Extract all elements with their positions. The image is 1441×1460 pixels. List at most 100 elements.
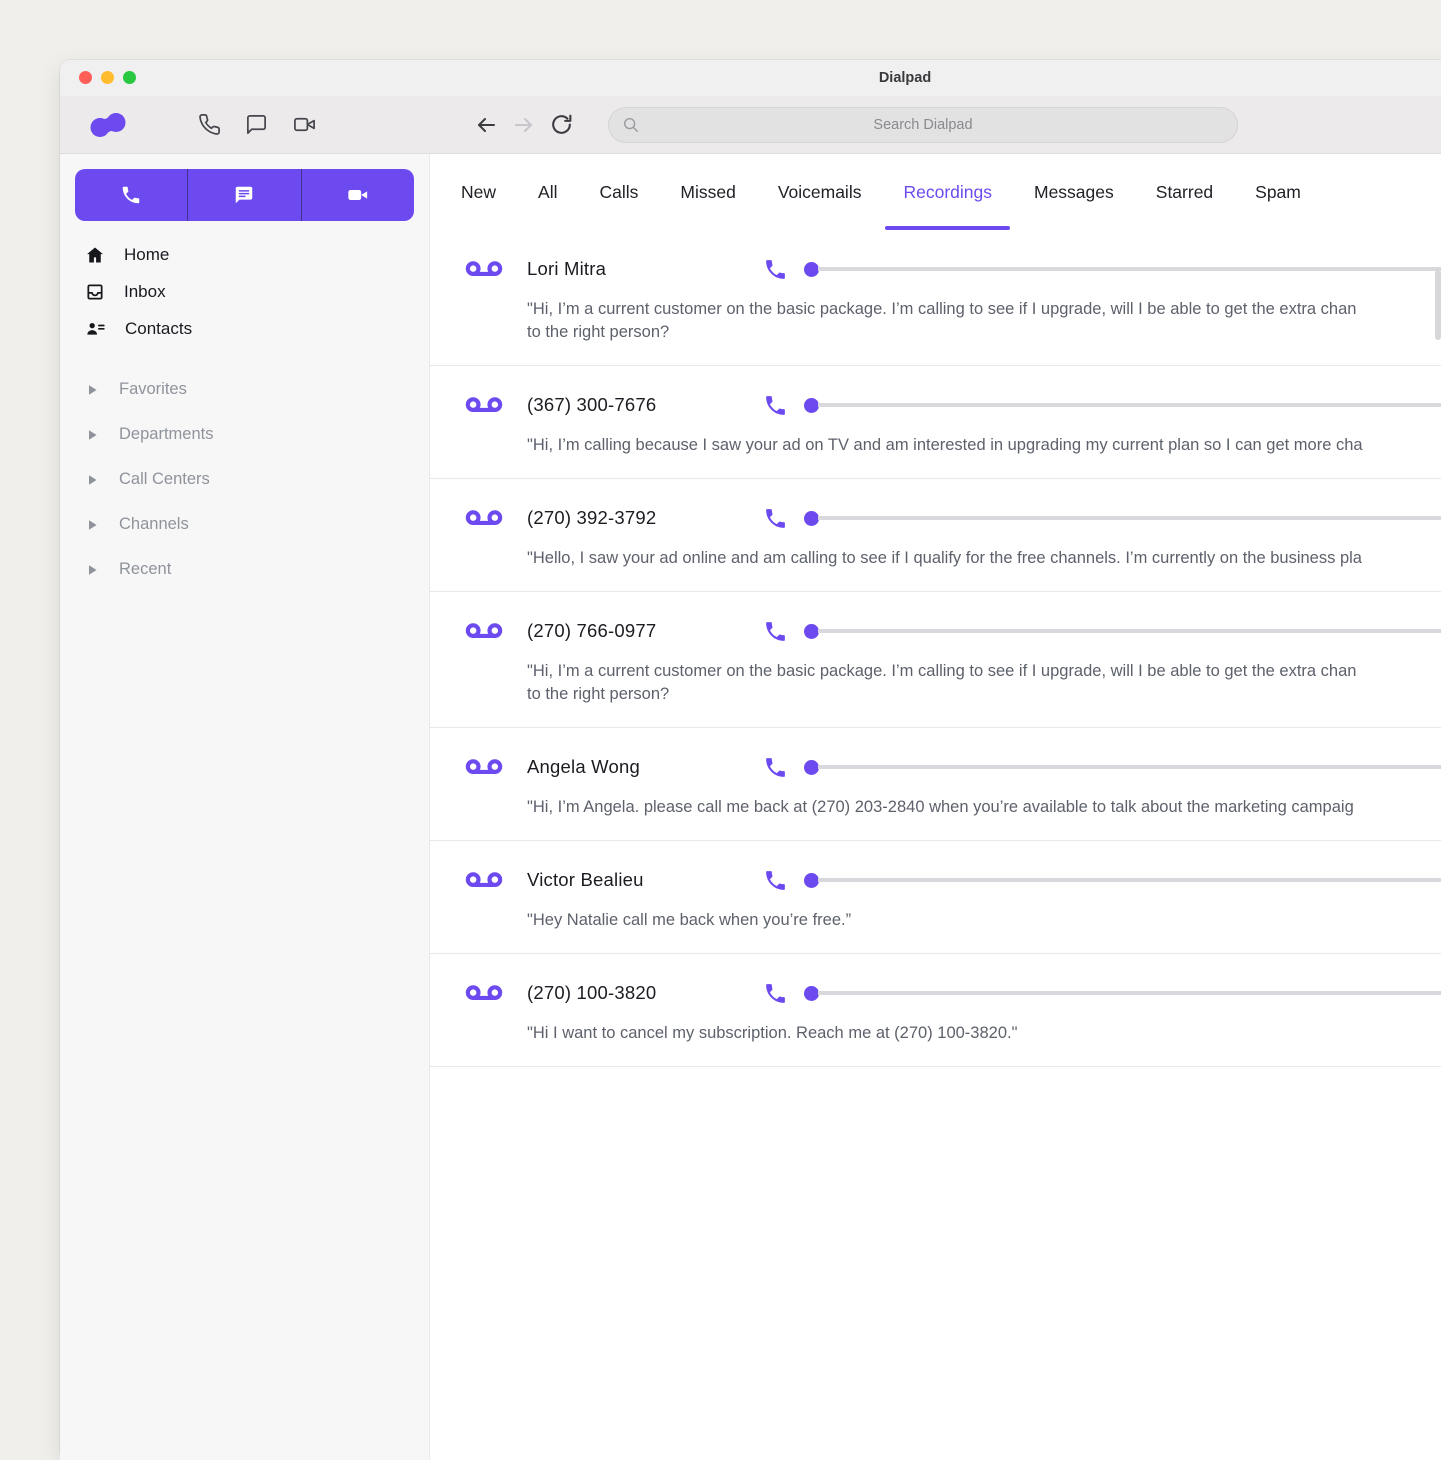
sidebar-section-channels[interactable]: Channels [60, 502, 429, 547]
dialpad-logo-icon [90, 112, 126, 137]
recording-caller-name: (270) 100-3820 [527, 982, 657, 1003]
tab-label: New [461, 181, 497, 202]
sidebar-section-call-centers[interactable]: Call Centers [60, 457, 429, 502]
sidebar-section-recent[interactable]: Recent [60, 547, 429, 592]
tab-label: Missed [680, 181, 736, 202]
recording-row[interactable]: (270) 392-3792 "Hello, I saw your ad onl… [430, 479, 1441, 592]
slider-thumb[interactable] [804, 985, 819, 1001]
recording-caller-name: Angela Wong [527, 756, 640, 777]
video-icon[interactable] [292, 113, 317, 136]
recordings-list: Lori Mitra "Hi, I’m a current customer o… [430, 230, 1441, 1460]
playback-slider[interactable] [804, 759, 1441, 775]
sidebar-item-contacts[interactable]: Contacts [60, 310, 429, 347]
chevron-right-icon [89, 474, 97, 485]
tab-messages[interactable]: Messages [1013, 154, 1135, 230]
close-button[interactable] [79, 71, 92, 84]
call-back-phone-icon[interactable] [763, 257, 788, 282]
call-back-phone-icon[interactable] [763, 981, 788, 1006]
recording-row[interactable]: Victor Bealieu "Hey Natalie call me back… [430, 841, 1441, 954]
recording-row[interactable]: Angela Wong "Hi, I’m Angela. please call… [430, 728, 1441, 841]
slider-track[interactable] [818, 267, 1441, 271]
slider-track[interactable] [818, 991, 1441, 995]
phone-icon[interactable] [198, 113, 221, 136]
recording-row[interactable]: Lori Mitra "Hi, I’m a current customer o… [430, 230, 1441, 366]
new-meeting-button[interactable] [302, 169, 414, 221]
scrollbar-thumb[interactable] [1435, 270, 1441, 340]
voicemail-icon [465, 623, 503, 639]
call-back-phone-icon[interactable] [763, 868, 788, 893]
tab-label: Calls [599, 181, 639, 202]
tab-calls[interactable]: Calls [578, 154, 659, 230]
forward-arrow-icon[interactable] [511, 113, 537, 137]
zoom-button[interactable] [123, 71, 136, 84]
sidebar-item-label: Home [124, 244, 170, 264]
inbox-icon [87, 283, 103, 300]
voicemail-transcript: "Hi, I’m a current customer on the basic… [527, 300, 1357, 341]
call-back-phone-icon[interactable] [763, 619, 788, 644]
voicemail-transcript: "Hi, I’m Angela. please call me back at … [527, 798, 1354, 816]
tab-label: Recordings [903, 181, 992, 202]
tab-recordings[interactable]: Recordings [882, 154, 1013, 230]
tab-new[interactable]: New [440, 154, 517, 230]
slider-thumb[interactable] [804, 397, 819, 413]
playback-slider[interactable] [804, 872, 1441, 888]
back-arrow-icon[interactable] [473, 113, 499, 137]
slider-track[interactable] [818, 629, 1441, 633]
new-message-button[interactable] [188, 169, 302, 221]
recording-caller-name: (367) 300-7676 [527, 394, 657, 415]
voicemail-icon [465, 261, 503, 277]
sidebar-section-departments[interactable]: Departments [60, 412, 429, 457]
playback-slider[interactable] [804, 985, 1441, 1001]
tab-label: All [538, 181, 558, 202]
playback-slider[interactable] [804, 261, 1441, 277]
recording-row[interactable]: (367) 300-7676 "Hi, I’m calling because … [430, 366, 1441, 479]
slider-thumb[interactable] [804, 623, 819, 639]
voicemail-icon [465, 397, 503, 413]
refresh-icon[interactable] [549, 112, 574, 137]
slider-thumb[interactable] [804, 510, 819, 526]
call-back-phone-icon[interactable] [763, 393, 788, 418]
voicemail-icon [465, 985, 503, 1001]
search-input[interactable] [609, 108, 1237, 142]
chevron-right-icon [89, 429, 97, 440]
contacts-icon [87, 322, 105, 335]
slider-track[interactable] [818, 403, 1441, 407]
slider-thumb[interactable] [804, 759, 819, 775]
chat-icon[interactable] [245, 113, 268, 136]
slider-thumb[interactable] [804, 872, 819, 888]
recording-row[interactable]: (270) 766-0977 "Hi, I’m a current custom… [430, 592, 1441, 728]
sidebar-item-home[interactable]: Home [60, 236, 429, 273]
home-icon [87, 247, 103, 262]
call-back-phone-icon[interactable] [763, 506, 788, 531]
sidebar-section-favorites[interactable]: Favorites [60, 367, 429, 412]
tab-voicemails[interactable]: Voicemails [757, 154, 883, 230]
voicemail-icon [465, 872, 503, 888]
app-window: Dialpad Search Dialpad Home Inbox Contac… [60, 60, 1441, 1460]
sidebar-item-inbox[interactable]: Inbox [60, 273, 429, 310]
slider-track[interactable] [818, 516, 1441, 520]
tab-spam[interactable]: Spam [1234, 154, 1322, 230]
tab-starred[interactable]: Starred [1135, 154, 1234, 230]
playback-slider[interactable] [804, 623, 1441, 639]
search-bar [608, 107, 1238, 143]
voicemail-icon [465, 759, 503, 775]
sidebar-section-label: Departments [119, 425, 214, 443]
slider-thumb[interactable] [804, 261, 819, 277]
new-call-phone-button[interactable] [75, 169, 189, 221]
tab-label: Starred [1155, 181, 1214, 202]
tab-missed[interactable]: Missed [659, 154, 756, 230]
slider-track[interactable] [818, 765, 1441, 769]
recording-caller-name: Victor Bealieu [527, 869, 644, 890]
playback-slider[interactable] [804, 397, 1441, 413]
search-icon [623, 117, 639, 133]
traffic-lights [79, 71, 136, 84]
playback-slider[interactable] [804, 510, 1441, 526]
voicemail-icon [465, 510, 503, 526]
sidebar-item-label: Inbox [124, 281, 166, 301]
sidebar-section-label: Recent [119, 560, 172, 578]
recording-row[interactable]: (270) 100-3820 "Hi I want to cancel my s… [430, 954, 1441, 1067]
tab-all[interactable]: All [517, 154, 578, 230]
slider-track[interactable] [818, 878, 1441, 882]
minimize-button[interactable] [101, 71, 114, 84]
call-back-phone-icon[interactable] [763, 755, 788, 780]
